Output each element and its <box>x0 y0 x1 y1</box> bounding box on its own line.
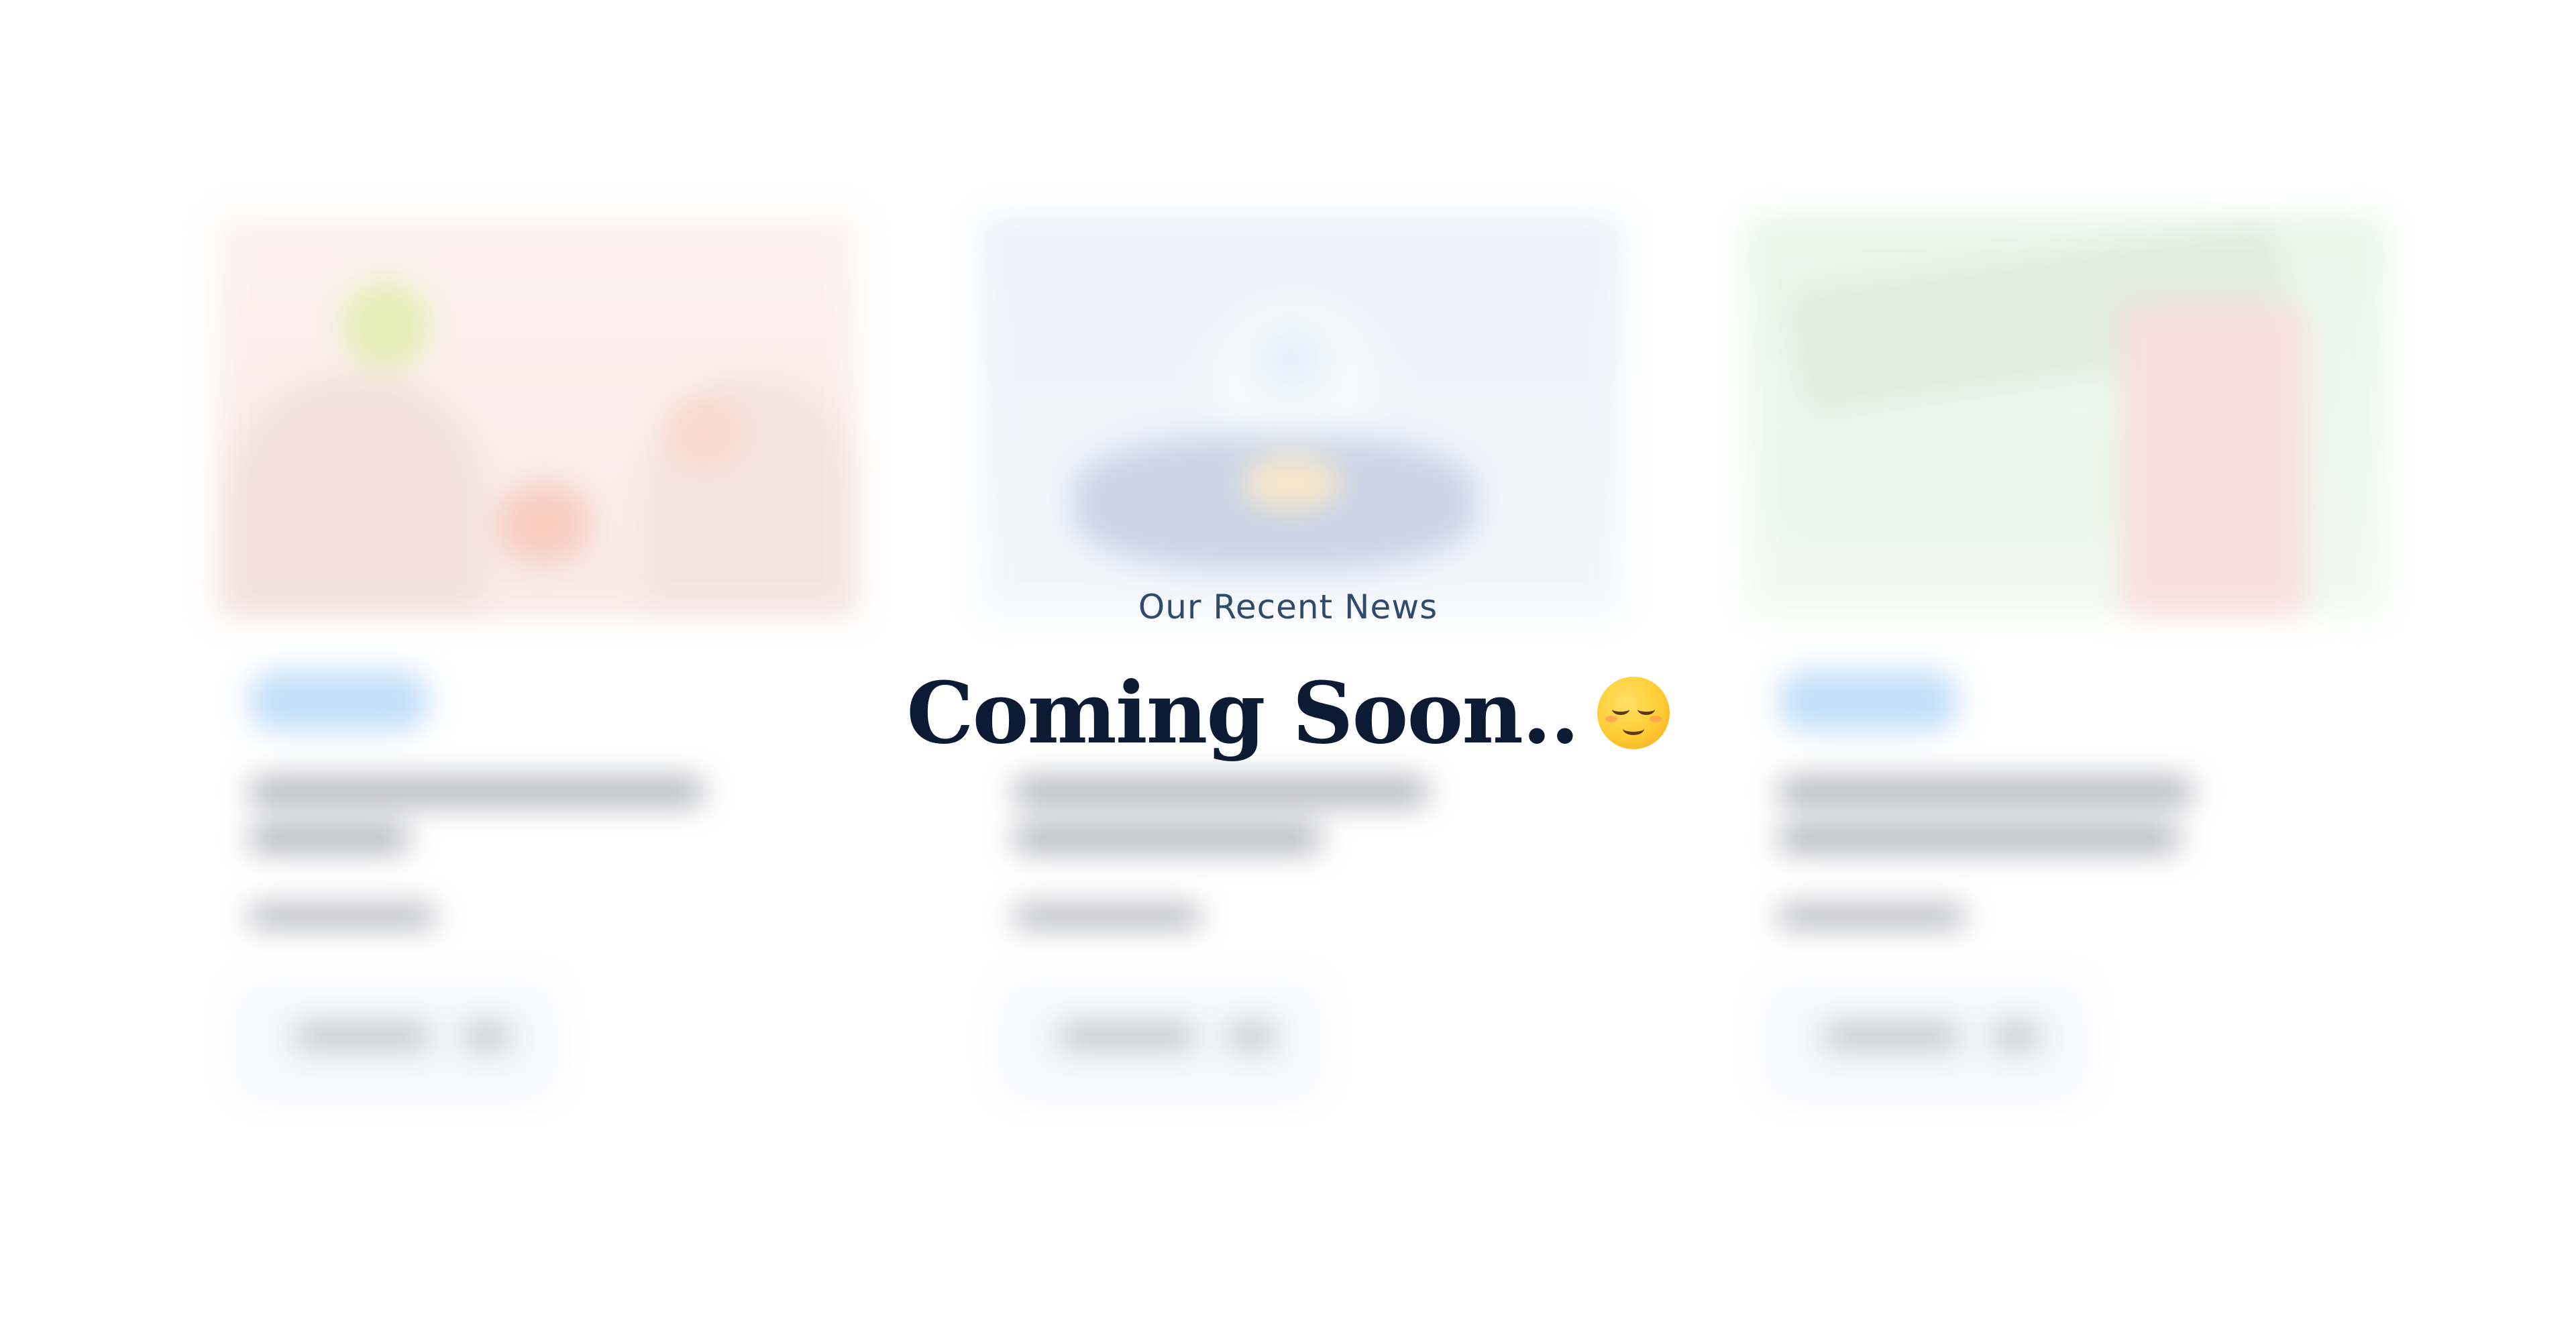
section-eyebrow: Our Recent News <box>1138 588 1438 626</box>
headline-text: Coming Soon.. <box>906 663 1580 763</box>
news-card-date-line <box>1013 905 1201 927</box>
news-card-title-line <box>1778 778 2194 805</box>
news-card-read-more-button[interactable] <box>1006 986 1315 1087</box>
news-card-title-line <box>1013 825 1322 852</box>
news-card-image <box>1744 215 2388 617</box>
section-headline: Coming Soon.. <box>906 663 1670 763</box>
news-card-date-line <box>1778 905 1966 927</box>
news-card-title-line <box>248 825 409 852</box>
news-section: Our Recent News Coming Soon.. <box>0 0 2576 1328</box>
relieved-face-icon <box>1597 677 1670 749</box>
news-card-image <box>979 215 1623 617</box>
news-card-title-line <box>1778 825 2180 852</box>
coming-soon-overlay: Our Recent News Coming Soon.. <box>0 577 2576 763</box>
news-card-date-line <box>248 905 436 927</box>
news-card-read-more-button[interactable] <box>1771 986 2080 1087</box>
news-card-read-more-button[interactable] <box>241 986 550 1087</box>
news-card-title-line <box>248 778 704 805</box>
news-card-title-line <box>1013 778 1429 805</box>
news-card-image <box>215 215 859 617</box>
